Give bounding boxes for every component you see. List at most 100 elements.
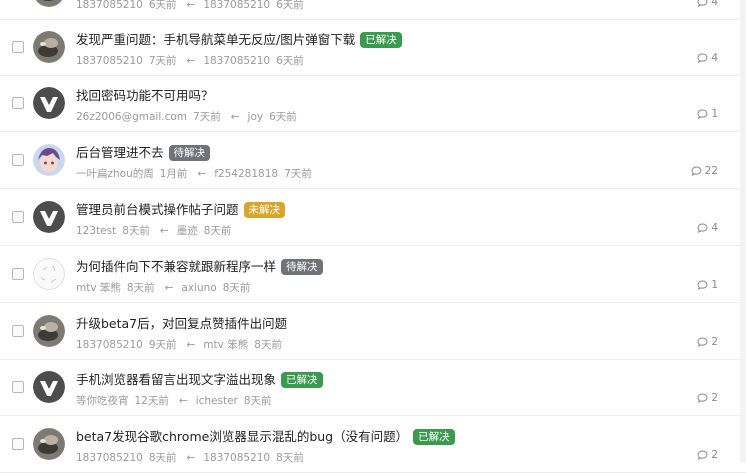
post-time: 6天前 [148,0,177,11]
post-time: 7天前 [193,111,221,123]
thread-title[interactable]: 手机浏览器看留言出现文字溢出现象 [76,372,276,387]
author-name[interactable]: 一叶扁zhou的周 [76,168,154,180]
post-time: 8天前 [148,452,177,464]
last-reply-user[interactable]: joy [248,111,264,123]
thread-meta: 26z2006@gmail.com 7天前 ← joy 6天前 [76,109,303,124]
thread-row[interactable]: 管理员前台模式操作帖子问题 未解决 123test 8天前 ← 墨迹 8天前 4 [0,190,746,246]
thread-row[interactable]: 发现严重问题：手机导航菜单无反应/图片弹窗下载 已解决 1837085210 7天前 ←… [0,20,746,76]
author-name[interactable]: 26z2006@gmail.com [76,111,187,123]
thread-row[interactable]: 找回密码功能不可用吗？ 26z2006@gmail.com 7天前 ← joy 6天前 1 [0,76,746,132]
author-name[interactable]: mtv 笨熊 [76,282,121,294]
scrollbar[interactable] [740,0,746,463]
user-avatar[interactable] [33,201,65,233]
thread-meta: 1837085210 9天前 ← mtv 笨熊 8天前 [76,337,288,352]
user-avatar[interactable] [33,31,65,63]
last-reply-user[interactable]: 1837085210 [203,452,270,464]
author-name[interactable]: 1837085210 [76,452,143,464]
thread-title-line: beta7发现谷歌chrome浏览器显示混乱的bug（没有问题） 已解决 [76,426,455,445]
thread-meta: 1837085210 6天前 ← 1837085210 6天前 [76,0,310,12]
thread-row[interactable]: 后台管理进不去 待解决 一叶扁zhou的周 1月前 ← f254281818 7天前 22 [0,133,746,189]
reply-count: 4 [697,52,718,64]
user-avatar[interactable] [33,0,65,7]
author-name[interactable]: 1837085210 [76,0,143,11]
reply-count-value: 1 [711,108,718,120]
comment-bubble-icon [697,449,711,461]
thread-row[interactable]: beta7发现谷歌chrome浏览器显示混乱的bug（没有问题） 已解决 18370… [0,417,746,473]
author-name[interactable]: 1837085210 [76,55,143,67]
last-reply-arrow-icon: ← [197,168,207,180]
thread-row[interactable]: 手机浏览器看留言出现文字溢出现象 已解决 等你吃夜宵 12天前 ← ichester 8天前… [0,360,746,416]
user-avatar[interactable] [33,428,65,460]
select-checkbox[interactable] [12,268,24,280]
thread-title[interactable]: 为何插件向下不兼容就跟新程序一样 [76,259,276,274]
thread-meta: 1837085210 7天前 ← 1837085210 6天前 [76,53,310,68]
thread-row[interactable]: 1837085210 6天前 ← 1837085210 6天前 4 [0,0,746,20]
thread-title[interactable]: 管理员前台模式操作帖子问题 [76,202,239,217]
select-checkbox[interactable] [12,97,24,109]
thread-title[interactable]: 找回密码功能不可用吗？ [76,88,214,103]
thread-row[interactable]: 为何插件向下不兼容就跟新程序一样 待解决 mtv 笨熊 8天前 ← axiuno 8天前 1 [0,247,746,303]
thread-title[interactable]: 发现严重问题：手机导航菜单无反应/图片弹窗下载 [76,32,355,47]
last-reply-time: 6天前 [276,55,304,67]
reply-count-value: 4 [711,52,718,64]
comment-bubble-icon [697,392,711,404]
reply-count-value: 4 [711,222,718,234]
last-reply-user[interactable]: f254281818 [214,168,278,180]
user-avatar[interactable] [33,371,65,403]
author-name[interactable]: 等你吃夜宵 [76,395,129,407]
select-checkbox[interactable] [12,325,24,337]
last-reply-time: 7天前 [284,168,312,180]
select-checkbox[interactable] [12,41,24,53]
post-time: 8天前 [122,225,150,237]
thread-meta: mtv 笨熊 8天前 ← axiuno 8天前 [76,280,256,295]
comment-bubble-icon [697,336,711,348]
user-avatar[interactable] [33,87,65,119]
thread-title[interactable]: 后台管理进不去 [76,145,164,160]
select-checkbox[interactable] [12,154,24,166]
reply-count: 4 [697,0,718,8]
reply-count-value: 2 [711,336,718,348]
user-avatar[interactable] [33,258,65,290]
select-checkbox[interactable] [12,211,24,223]
user-avatar[interactable] [33,144,65,176]
last-reply-user[interactable]: 1837085210 [203,0,270,11]
comment-bubble-icon [691,165,705,177]
thread-title[interactable]: beta7发现谷歌chrome浏览器显示混乱的bug（没有问题） [76,429,408,444]
thread-meta: 123test 8天前 ← 墨迹 8天前 [76,223,237,238]
status-badge: 已解决 [360,32,402,48]
status-badge: 已解决 [281,372,323,388]
thread-title-line: 手机浏览器看留言出现文字溢出现象 已解决 [76,369,323,388]
last-reply-user[interactable]: mtv 笨熊 [203,339,248,351]
thread-title-line: 为何插件向下不兼容就跟新程序一样 待解决 [76,256,323,275]
thread-row[interactable]: 升级beta7后，对回复点赞插件出问题 1837085210 9天前 ← mtv 笨熊 8… [0,304,746,360]
post-time: 8天前 [126,282,155,294]
last-reply-arrow-icon: ← [186,452,196,464]
reply-count: 4 [697,222,718,234]
reply-count-value: 22 [704,165,718,177]
thread-title-line: 找回密码功能不可用吗？ [76,85,214,104]
thread-title-line: 管理员前台模式操作帖子问题 未解决 [76,199,286,218]
reply-count-value: 4 [711,0,718,8]
comment-bubble-icon [697,0,711,8]
reply-count-value: 1 [711,279,718,291]
status-badge: 待解决 [281,259,323,275]
select-checkbox[interactable] [12,381,24,393]
last-reply-user[interactable]: ichester [196,395,238,407]
last-reply-user[interactable]: 1837085210 [203,55,270,67]
last-reply-time: 8天前 [222,282,251,294]
author-name[interactable]: 1837085210 [76,339,143,351]
user-avatar[interactable] [33,315,65,347]
reply-count-value: 2 [711,449,718,461]
select-checkbox[interactable] [12,438,24,450]
thread-title[interactable]: 升级beta7后，对回复点赞插件出问题 [76,316,287,331]
last-reply-arrow-icon: ← [186,0,196,11]
last-reply-user[interactable]: 墨迹 [177,225,198,237]
author-name[interactable]: 123test [76,225,116,237]
reply-count-value: 2 [711,392,718,404]
last-reply-user[interactable]: axiuno [181,282,216,294]
last-reply-time: 8天前 [276,452,304,464]
thread-meta: 等你吃夜宵 12天前 ← ichester 8天前 [76,393,278,408]
post-time: 1月前 [159,168,188,180]
reply-count: 2 [697,392,718,404]
last-reply-time: 8天前 [243,395,272,407]
